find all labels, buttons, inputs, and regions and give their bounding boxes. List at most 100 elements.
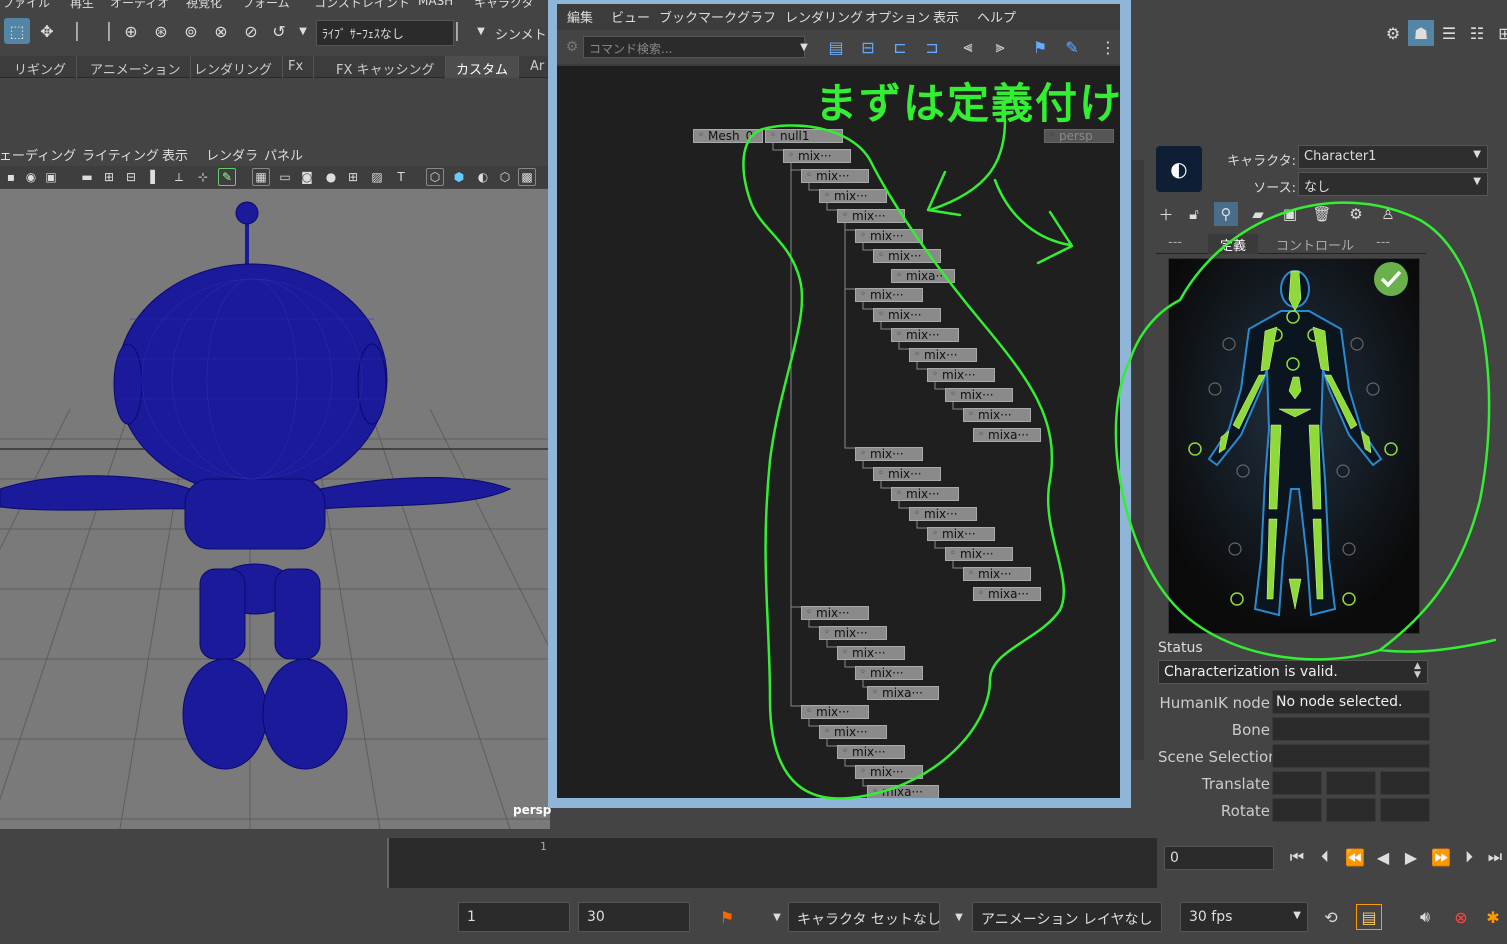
menu-shading[interactable]: シェーディング <box>0 145 76 164</box>
grease-pencil-icon[interactable]: ✎ <box>218 168 236 186</box>
node-mix[interactable]: mix··· <box>837 745 905 759</box>
time-slider-track[interactable] <box>387 838 1157 888</box>
step-back-frame-icon[interactable]: ⏪ <box>1344 846 1366 868</box>
node-mix[interactable]: mix··· <box>873 467 941 481</box>
outliner-icon[interactable]: ⊞ <box>1492 20 1507 46</box>
menu-item[interactable]: コンストレイント <box>314 0 410 11</box>
camera-attr-icon[interactable]: ▪ <box>2 168 20 186</box>
node-mix[interactable]: mix··· <box>891 328 959 342</box>
tab-left-placeholder[interactable]: --- <box>1156 234 1194 254</box>
toolbar-menu-icon[interactable]: ⋮ <box>1095 34 1121 60</box>
character-icon[interactable]: ✱ <box>1480 904 1506 930</box>
character-set-dropdown[interactable]: キャラクタ セットなし <box>788 902 941 932</box>
node-persp[interactable]: persp <box>1044 129 1114 143</box>
snap-point-icon[interactable]: ⊚ <box>178 18 204 44</box>
anim-layer-dropdown[interactable]: アニメーション レイヤなし <box>972 902 1162 932</box>
bake-icon[interactable]: ⚙ <box>1344 202 1368 226</box>
node-mixa[interactable]: mixa··· <box>867 785 939 798</box>
menu-item[interactable]: キャラクタ <box>474 0 534 11</box>
node-mix[interactable]: mix··· <box>783 149 851 163</box>
shelf-tab-rendering[interactable]: レンダリング <box>184 56 284 78</box>
menu-item[interactable]: MASH <box>418 0 453 8</box>
play-backwards-icon[interactable]: ◀ <box>1372 846 1394 868</box>
command-search-input[interactable]: コマンド検索... <box>583 36 805 58</box>
range-end-field[interactable]: 30 <box>578 902 690 932</box>
menu-lighting[interactable]: ライティング <box>82 145 159 164</box>
hg-menu-show[interactable]: 表示 <box>933 7 959 26</box>
step-back-key-icon[interactable]: ⏴ <box>1314 846 1336 868</box>
field-chart-icon[interactable]: ⊞ <box>344 168 362 186</box>
cache-icon[interactable]: ▤ <box>1356 904 1382 930</box>
node-mix[interactable]: mix··· <box>873 249 941 263</box>
menu-renderer[interactable]: レンダラ <box>206 145 258 164</box>
hg-menu-help[interactable]: ヘルプ <box>977 7 1016 26</box>
chevron-down-icon[interactable]: ▼ <box>764 904 790 930</box>
hg-menu-edit[interactable]: 編集 <box>567 7 593 26</box>
layout-icon[interactable]: ⚙ <box>1380 20 1406 46</box>
camera-move-icon[interactable]: ⊞ <box>100 168 118 186</box>
hg-menu-options[interactable]: オプション <box>865 7 930 26</box>
node-mix[interactable]: mix··· <box>819 189 887 203</box>
node-mix[interactable]: mix··· <box>801 606 869 620</box>
node-mix[interactable]: mix··· <box>963 408 1031 422</box>
paint-select-icon[interactable]: │ <box>64 18 90 44</box>
auto-key-icon[interactable]: ⚑ <box>714 904 740 930</box>
hg-menu-view[interactable]: ビュー <box>611 7 650 26</box>
attribute-editor-icon[interactable]: ☰ <box>1436 20 1462 46</box>
node-mesh[interactable]: Mesh_0 <box>693 129 763 143</box>
fps-dropdown[interactable]: 30 fps ▼ <box>1180 902 1308 932</box>
node-mixa[interactable]: mixa··· <box>891 269 955 283</box>
node-mix[interactable]: mix··· <box>963 567 1031 581</box>
node-mix[interactable]: mix··· <box>801 705 869 719</box>
film-gate-icon[interactable]: ▭ <box>276 168 294 186</box>
snap-grid-icon[interactable]: ⊕ <box>118 18 144 44</box>
range-start-field[interactable]: 1 <box>458 902 570 932</box>
smooth-shade-icon[interactable]: ⬢ <box>450 168 468 186</box>
tab-controls[interactable]: コントロール <box>1264 234 1366 254</box>
save-icon[interactable]: ▣ <box>1278 202 1302 226</box>
safe-title-icon[interactable]: T <box>392 168 410 186</box>
node-mix[interactable]: mix··· <box>855 229 923 243</box>
translate-z-field[interactable] <box>1380 771 1430 795</box>
tab-right-placeholder[interactable]: --- <box>1364 234 1402 254</box>
gate-mask-icon[interactable]: ● <box>322 168 340 186</box>
safe-action-icon[interactable]: ▨ <box>368 168 386 186</box>
step-forward-key-icon[interactable]: ⏵ <box>1458 846 1480 868</box>
frame-branch-icon[interactable]: ⊐ <box>919 34 945 60</box>
translate-y-field[interactable] <box>1326 771 1376 795</box>
play-forwards-icon[interactable]: ▶ <box>1400 846 1422 868</box>
current-frame-field[interactable]: 0 <box>1164 846 1274 870</box>
go-to-end-icon[interactable]: ⏭ <box>1484 846 1506 868</box>
delete-icon[interactable]: 🗑︎ <box>1310 202 1334 226</box>
node-null1[interactable]: null1 <box>765 129 843 143</box>
frame-selection-icon[interactable]: ⊟ <box>855 34 881 60</box>
node-mix[interactable]: mix··· <box>837 646 905 660</box>
panel-scrollbar[interactable] <box>1132 160 1144 760</box>
node-mix[interactable]: mix··· <box>927 368 995 382</box>
tab-definition[interactable]: 定義 <box>1208 234 1259 254</box>
bookmark-icon[interactable]: ▌ <box>146 168 164 186</box>
chevron-down-icon[interactable]: ▼ <box>946 904 972 930</box>
node-mix[interactable]: mix··· <box>873 308 941 322</box>
textured-icon[interactable]: ▩ <box>518 168 536 186</box>
menu-item[interactable]: フォーム <box>242 0 290 11</box>
node-mix[interactable]: mix··· <box>945 547 1013 561</box>
menu-item[interactable]: 視覚化 <box>186 0 222 11</box>
wireframe-icon[interactable]: ⬡ <box>426 168 444 186</box>
input-connections-icon[interactable]: ⫷ <box>955 34 981 60</box>
node-mix[interactable]: mix··· <box>909 507 977 521</box>
loop-icon[interactable]: ⟲ <box>1318 904 1344 930</box>
hg-menu-graph[interactable]: グラフ <box>737 7 776 26</box>
step-forward-frame-icon[interactable]: ⏩ <box>1430 846 1452 868</box>
frame-all-icon[interactable]: ▤ <box>823 34 849 60</box>
node-mix[interactable]: mix··· <box>927 527 995 541</box>
rotate-z-field[interactable] <box>1380 798 1430 822</box>
live-surface-field[interactable]: ﾗｲﾌﾞ ｻｰﾌｪｽなし <box>316 20 454 46</box>
grid-icon[interactable]: ▦ <box>252 168 270 186</box>
snap-surface-icon[interactable]: ⊘ <box>238 18 264 44</box>
node-mix[interactable]: mix··· <box>855 447 923 461</box>
status-stepper-icon[interactable]: ▲ ▼ <box>1414 662 1421 680</box>
output-connections-icon[interactable]: ⫸ <box>987 34 1013 60</box>
menu-show[interactable]: 表示 <box>162 145 188 164</box>
rotate-x-field[interactable] <box>1272 798 1322 822</box>
